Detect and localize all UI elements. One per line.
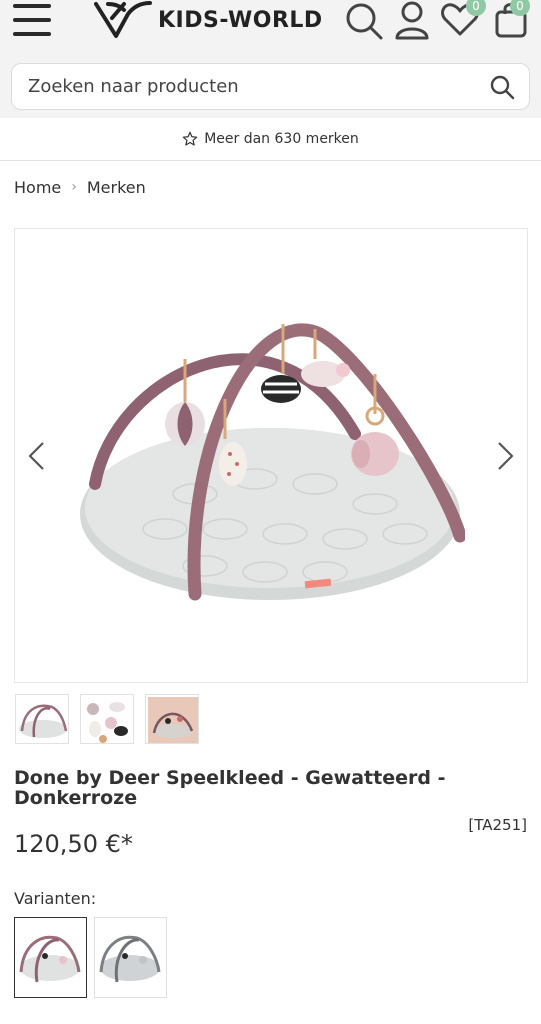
product-sku: [TA251]	[468, 816, 527, 834]
breadcrumb-merken-link[interactable]: Merken	[87, 178, 146, 197]
product-price: 120,50 €*	[14, 830, 133, 858]
chevron-right-icon	[498, 442, 514, 470]
usp-text: Meer dan 630 merken	[204, 131, 359, 147]
menu-icon[interactable]	[13, 4, 53, 38]
search-bar	[11, 63, 530, 110]
product-image	[80, 323, 465, 601]
account-icon[interactable]	[394, 0, 430, 40]
usp-bar: Meer dan 630 merken	[0, 118, 541, 161]
gallery-next-button[interactable]	[493, 441, 517, 471]
gallery-thumbnails	[15, 694, 199, 744]
variants-label: Varianten:	[14, 889, 97, 908]
chevron-left-icon	[28, 442, 44, 470]
gallery-prev-button[interactable]	[25, 441, 49, 471]
site-header: KIDS-WORLD 0 0	[0, 0, 541, 118]
thumbnail-1[interactable]	[15, 694, 69, 744]
site-logo[interactable]: KIDS-WORLD	[94, 0, 323, 40]
breadcrumb: Home › Merken	[14, 176, 146, 198]
search-input[interactable]	[28, 64, 468, 109]
wishlist-count-badge: 0	[466, 0, 486, 16]
cart-button[interactable]: 0	[494, 0, 530, 40]
thumbnail-3[interactable]	[145, 694, 199, 744]
search-submit-button[interactable]	[489, 74, 515, 100]
logo-mark-icon	[94, 1, 152, 38]
search-icon	[490, 75, 515, 100]
variant-option-2[interactable]	[94, 917, 167, 998]
wishlist-button[interactable]: 0	[440, 0, 486, 40]
thumbnail-2[interactable]	[80, 694, 134, 744]
variant-selector	[14, 917, 167, 998]
search-icon[interactable]	[345, 0, 385, 40]
logo-text: KIDS-WORLD	[158, 7, 323, 33]
star-icon	[182, 131, 198, 146]
chevron-right-icon: ›	[71, 179, 77, 195]
breadcrumb-home-link[interactable]: Home	[14, 178, 61, 197]
product-gallery[interactable]	[14, 228, 528, 683]
variant-option-1[interactable]	[14, 917, 87, 998]
product-title: Done by Deer Speelkleed - Gewatteerd - D…	[14, 767, 446, 809]
